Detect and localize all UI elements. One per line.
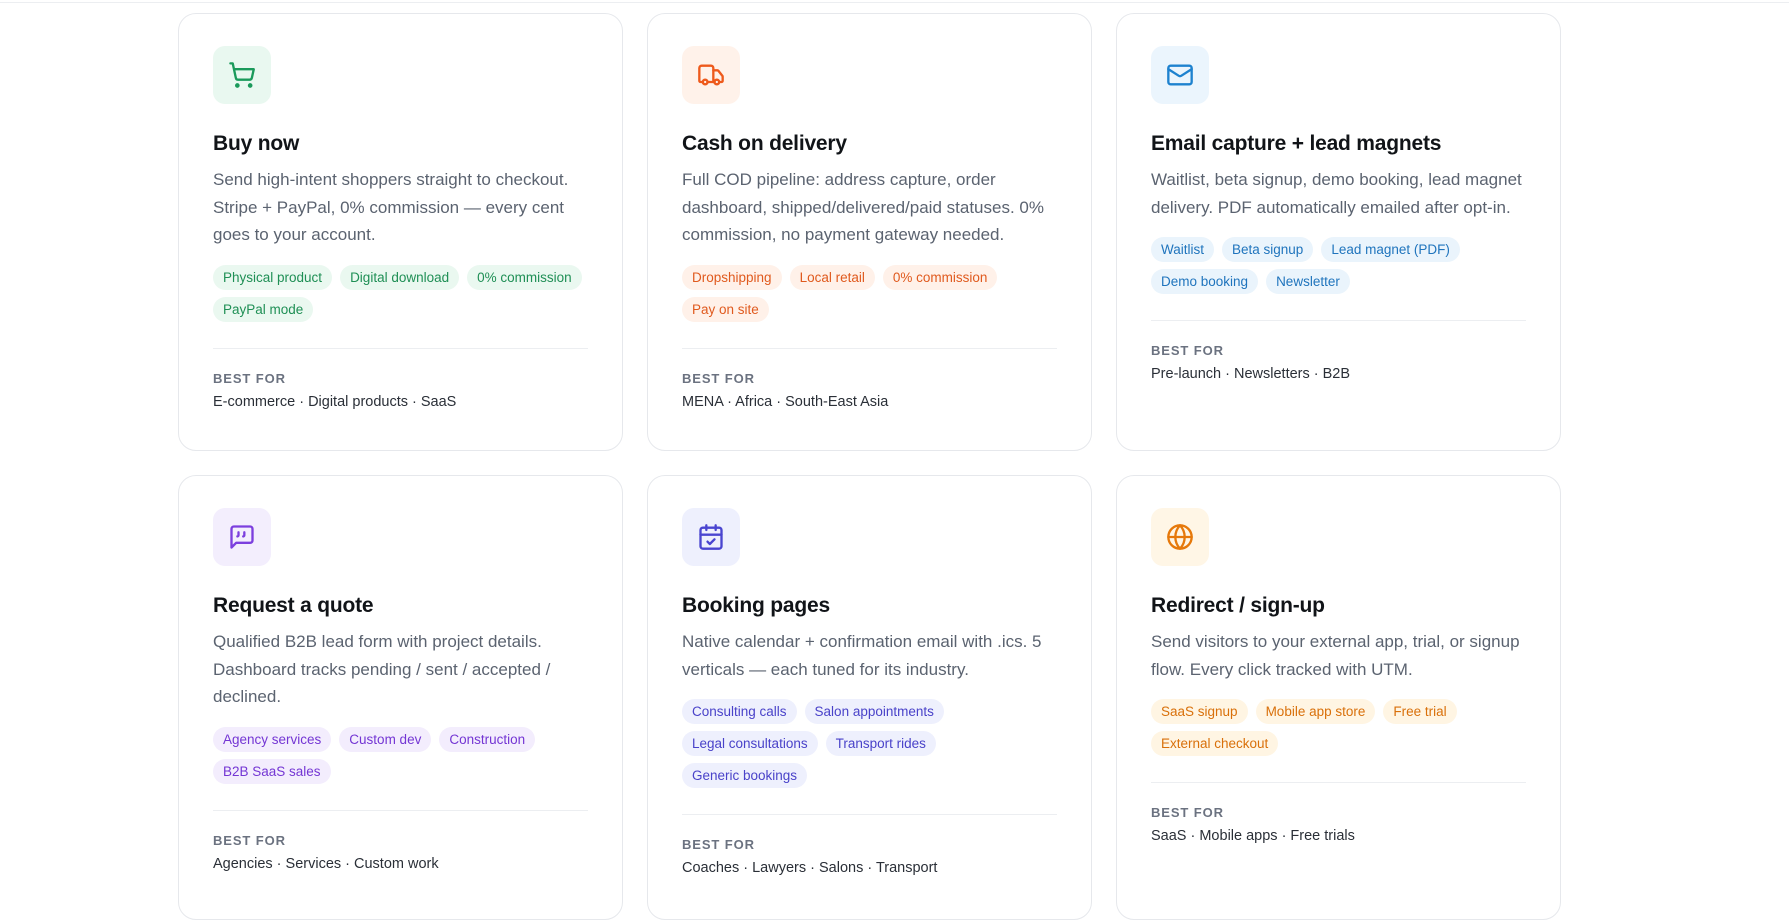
tag-list: Physical product Digital download 0% com… bbox=[213, 264, 588, 322]
card-booking-pages[interactable]: Booking pages Native calendar + confirma… bbox=[647, 475, 1092, 920]
tag-list: Consulting calls Salon appointments Lega… bbox=[682, 699, 1057, 788]
tag: Digital download bbox=[340, 264, 460, 290]
tag: B2B SaaS sales bbox=[213, 758, 331, 784]
tag: Generic bookings bbox=[682, 763, 808, 788]
best-for-text: SaaS · Mobile apps · Free trials bbox=[1151, 828, 1355, 844]
tag: Pay on site bbox=[682, 296, 769, 322]
card-divider bbox=[1151, 320, 1526, 321]
card-divider bbox=[682, 347, 1057, 349]
card-description: Qualified B2B lead form with project det… bbox=[213, 632, 551, 706]
card-divider bbox=[213, 809, 588, 811]
truck-icon bbox=[682, 46, 740, 104]
tag: Demo booking bbox=[1151, 269, 1259, 294]
tag: SaaS signup bbox=[1151, 699, 1248, 724]
card-title: Request a quote bbox=[213, 594, 374, 617]
top-divider bbox=[0, 2, 1789, 3]
card-title: Buy now bbox=[213, 132, 300, 155]
tag-list: Agency services Custom dev Construction … bbox=[213, 726, 588, 784]
card-description: Send visitors to your external app, tria… bbox=[1151, 632, 1520, 679]
best-for-text: Pre-launch · Newsletters · B2B bbox=[1151, 366, 1351, 382]
card-description: Full COD pipeline: address capture, orde… bbox=[682, 170, 1044, 244]
calendar-check-icon bbox=[682, 508, 740, 566]
card-divider bbox=[213, 347, 588, 349]
tag: Lead magnet (PDF) bbox=[1321, 237, 1460, 262]
cart-icon bbox=[213, 46, 271, 104]
best-for-label: BEST FOR bbox=[213, 370, 286, 386]
tag: Newsletter bbox=[1266, 269, 1350, 294]
best-for-text: Agencies · Services · Custom work bbox=[213, 855, 439, 872]
best-for-text: Coaches · Lawyers · Salons · Transport bbox=[682, 860, 938, 876]
card-title: Redirect / sign-up bbox=[1151, 594, 1325, 617]
tag: Waitlist bbox=[1151, 237, 1214, 262]
best-for-label: BEST FOR bbox=[1151, 343, 1224, 358]
card-description: Send high-intent shoppers straight to ch… bbox=[213, 170, 569, 244]
best-for-text: MENA · Africa · South-East Asia bbox=[682, 393, 889, 410]
card-buy-now[interactable]: Buy now Send high-intent shoppers straig… bbox=[178, 13, 623, 451]
tag: Consulting calls bbox=[682, 699, 797, 724]
tag: Mobile app store bbox=[1255, 699, 1376, 724]
quote-message-icon bbox=[213, 508, 271, 566]
best-for-label: BEST FOR bbox=[682, 837, 755, 852]
tag: Local retail bbox=[789, 264, 875, 290]
best-for-label: BEST FOR bbox=[213, 832, 286, 848]
tag: 0% commission bbox=[467, 264, 582, 290]
tag: PayPal mode bbox=[213, 296, 314, 322]
tag: Free trial bbox=[1383, 699, 1457, 724]
tag: External checkout bbox=[1151, 731, 1279, 756]
best-for-label: BEST FOR bbox=[682, 370, 755, 386]
tag: Dropshipping bbox=[682, 264, 782, 290]
card-cash-on-delivery[interactable]: Cash on delivery Full COD pipeline: addr… bbox=[647, 13, 1092, 451]
tag-list: Waitlist Beta signup Lead magnet (PDF) D… bbox=[1151, 237, 1526, 294]
tag: Beta signup bbox=[1222, 237, 1314, 262]
card-email-capture[interactable]: Email capture + lead magnets Waitlist, b… bbox=[1116, 13, 1561, 451]
tag: Custom dev bbox=[339, 726, 432, 752]
card-divider bbox=[1151, 782, 1526, 783]
card-request-quote[interactable]: Request a quote Qualified B2B lead form … bbox=[178, 475, 623, 920]
mail-icon bbox=[1151, 46, 1209, 104]
tag: Physical product bbox=[213, 264, 333, 290]
card-title: Cash on delivery bbox=[682, 132, 847, 155]
globe-icon bbox=[1151, 508, 1209, 566]
use-case-grid: Buy now Send high-intent shoppers straig… bbox=[178, 13, 1561, 920]
card-redirect-signup[interactable]: Redirect / sign-up Send visitors to your… bbox=[1116, 475, 1561, 920]
tag: 0% commission bbox=[882, 264, 998, 290]
best-for-text: E-commerce · Digital products · SaaS bbox=[213, 393, 457, 410]
tag: Agency services bbox=[213, 726, 332, 752]
tag-list: SaaS signup Mobile app store Free trial … bbox=[1151, 699, 1526, 756]
card-title: Booking pages bbox=[682, 594, 830, 617]
best-for-label: BEST FOR bbox=[1151, 805, 1224, 820]
card-divider bbox=[682, 814, 1057, 815]
tag: Salon appointments bbox=[804, 699, 944, 724]
card-description: Native calendar + confirmation email wit… bbox=[682, 632, 1042, 679]
card-title: Email capture + lead magnets bbox=[1151, 132, 1442, 155]
card-description: Waitlist, beta signup, demo booking, lea… bbox=[1151, 170, 1522, 217]
tag-list: Dropshipping Local retail 0% commission … bbox=[682, 264, 1057, 322]
tag: Transport rides bbox=[825, 731, 936, 756]
tag: Construction bbox=[439, 726, 536, 752]
tag: Legal consultations bbox=[682, 731, 818, 756]
